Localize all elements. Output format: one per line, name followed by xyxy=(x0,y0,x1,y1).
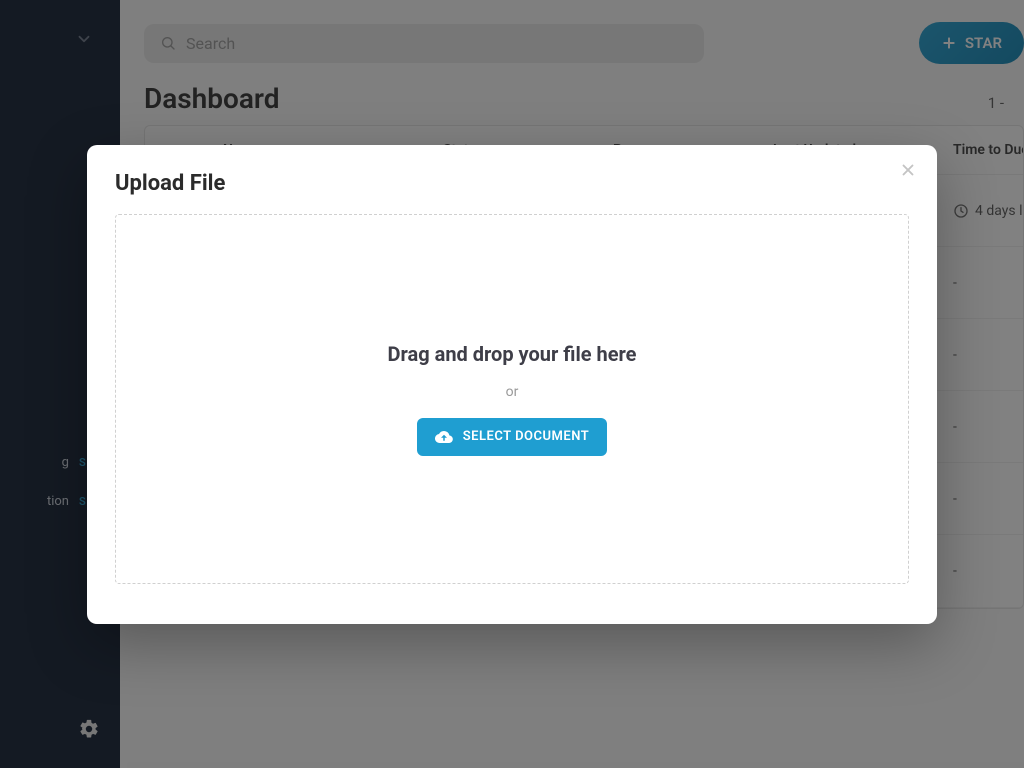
dropzone-or: or xyxy=(506,384,519,400)
dropzone-headline: Drag and drop your file here xyxy=(388,342,637,366)
select-document-label: SELECT DOCUMENT xyxy=(463,429,590,444)
upload-modal: Upload File Drag and drop your file here… xyxy=(87,145,937,624)
modal-overlay[interactable]: Upload File Drag and drop your file here… xyxy=(0,0,1024,768)
select-document-button[interactable]: SELECT DOCUMENT xyxy=(417,418,608,456)
close-icon[interactable] xyxy=(899,161,917,179)
dropzone[interactable]: Drag and drop your file here or SELECT D… xyxy=(115,214,909,584)
modal-title: Upload File xyxy=(115,171,909,196)
cloud-upload-icon xyxy=(435,428,453,446)
